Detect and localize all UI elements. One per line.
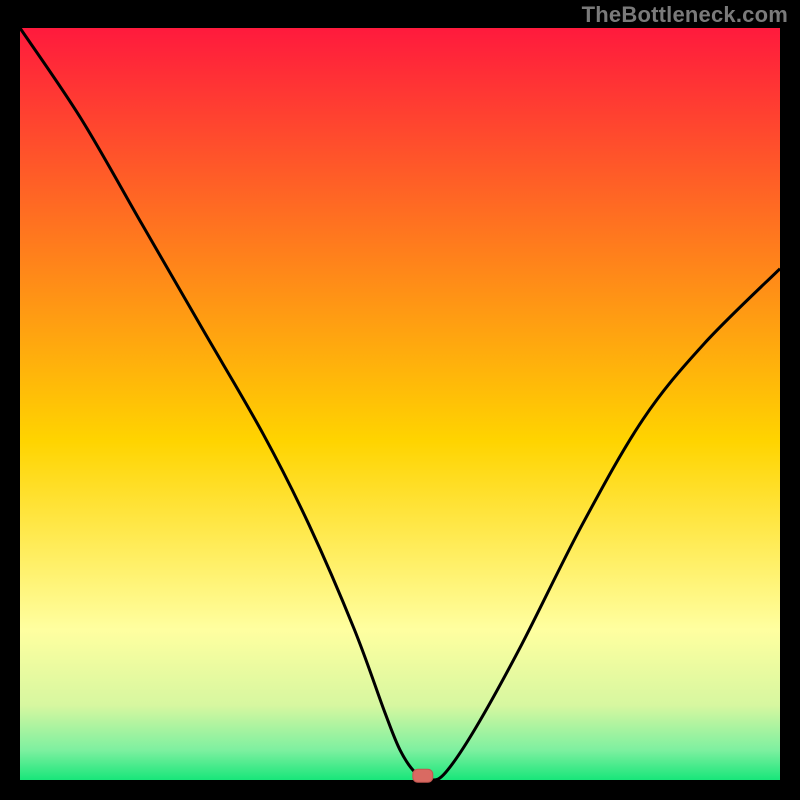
bottleneck-chart (0, 0, 800, 800)
watermark-text: TheBottleneck.com (582, 2, 788, 28)
optimal-marker (413, 769, 433, 782)
plot-background (20, 28, 780, 780)
chart-frame: { "watermark": "TheBottleneck.com", "col… (0, 0, 800, 800)
